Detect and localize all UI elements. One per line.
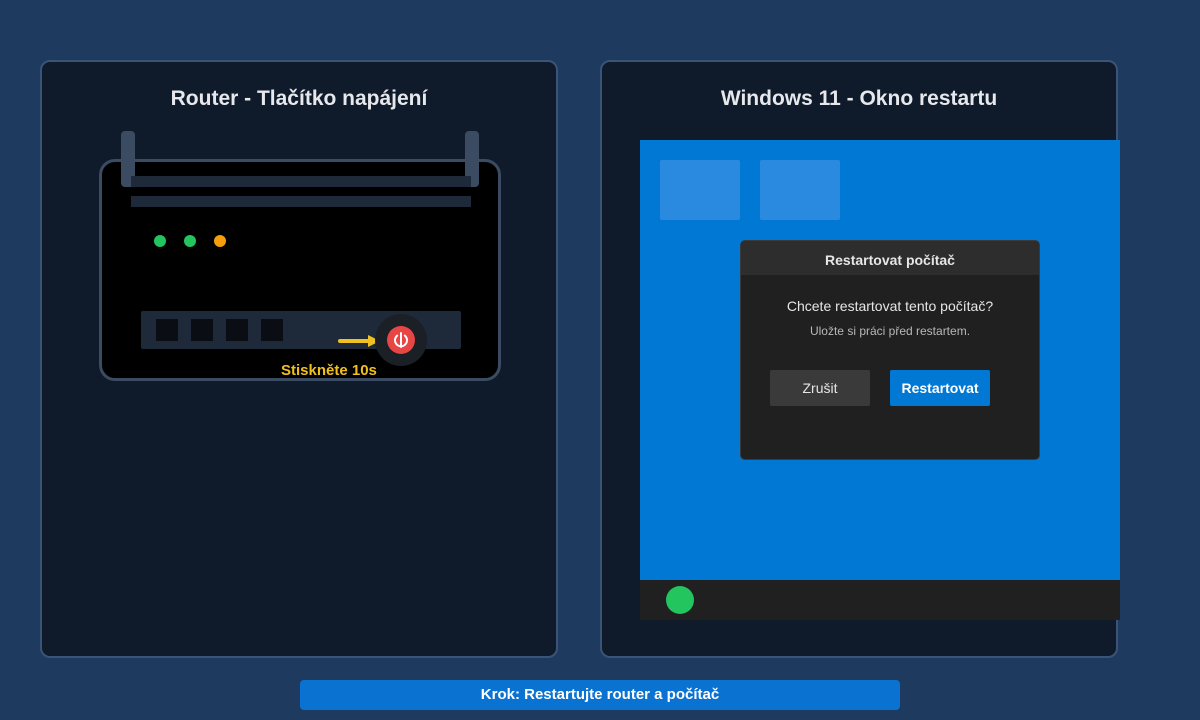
step-banner: Krok: Restartujte router a počítač bbox=[300, 680, 900, 710]
router-panel: Router - Tlačítko napájení Stiskněte 10s bbox=[40, 60, 558, 658]
power-button[interactable] bbox=[387, 326, 415, 354]
status-led-green bbox=[154, 235, 166, 247]
status-led-green bbox=[184, 235, 196, 247]
restart-button[interactable]: Restartovat bbox=[890, 370, 990, 406]
power-icon bbox=[394, 332, 408, 348]
ethernet-port bbox=[261, 319, 283, 341]
dialog-sub-message: Uložte si práci před restartem. bbox=[809, 324, 971, 338]
restart-dialog: Restartovat počítač Chcete restartovat t… bbox=[740, 240, 1040, 460]
desktop-icon[interactable] bbox=[660, 160, 740, 220]
ethernet-port bbox=[156, 319, 178, 341]
dialog-message: Chcete restartovat tento počítač? bbox=[786, 298, 994, 314]
router-vent bbox=[131, 196, 471, 207]
press-instruction: Stiskněte 10s bbox=[281, 362, 377, 379]
start-button[interactable] bbox=[666, 586, 694, 614]
taskbar bbox=[640, 580, 1120, 620]
windows-panel: Windows 11 - Okno restartu Restartovat p… bbox=[600, 60, 1120, 658]
status-led-orange bbox=[214, 235, 226, 247]
ethernet-port bbox=[191, 319, 213, 341]
router-vent bbox=[131, 176, 471, 187]
dialog-title: Restartovat počítač bbox=[741, 241, 1039, 275]
ethernet-port bbox=[226, 319, 248, 341]
cancel-button[interactable]: Zrušit bbox=[770, 370, 870, 406]
desktop-icon[interactable] bbox=[760, 160, 840, 220]
windows-panel-title: Windows 11 - Okno restartu bbox=[720, 87, 998, 110]
windows-desktop: Restartovat počítač Chcete restartovat t… bbox=[640, 140, 1120, 620]
router-panel-title: Router - Tlačítko napájení bbox=[170, 87, 428, 110]
